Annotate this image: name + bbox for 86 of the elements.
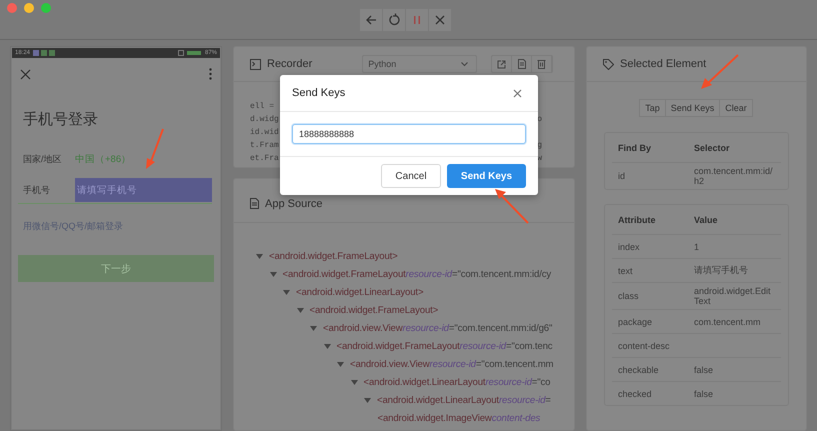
column-header: Attribute xyxy=(618,214,656,224)
expand-triangle-icon[interactable] xyxy=(296,308,304,312)
send-keys-button[interactable]: Send Keys xyxy=(447,164,526,188)
document-icon xyxy=(250,198,259,209)
more-icon[interactable] xyxy=(209,68,212,80)
column-header: Value xyxy=(694,214,719,224)
back-button[interactable] xyxy=(360,8,382,30)
table-cell-text: checkable xyxy=(618,364,660,374)
column-header: Selector xyxy=(694,142,731,152)
code-fragment: id.wid xyxy=(250,128,279,139)
code-fragment: t.Fram xyxy=(250,141,279,152)
expand-triangle-icon[interactable] xyxy=(270,272,276,276)
expand-triangle-icon[interactable] xyxy=(310,326,317,330)
tree-node[interactable]: <android.widget.ImageViewcontent-des xyxy=(378,412,540,424)
document-icon xyxy=(518,59,526,69)
back-arrow-icon xyxy=(365,14,377,26)
annotation-arrow xyxy=(494,188,530,224)
tree-node[interactable]: <android.widget.LinearLayoutresource-id="co xyxy=(364,376,550,388)
region-label: 国家/地区 xyxy=(23,152,63,166)
tree-node[interactable]: <android.widget.LinearLayoutresource-id= xyxy=(377,394,551,406)
tree-node[interactable]: <android.widget.FrameLayout> xyxy=(310,304,438,316)
trash-icon xyxy=(537,59,546,69)
table-cell-text: class xyxy=(618,291,640,301)
expand-triangle-icon[interactable] xyxy=(350,380,358,384)
action-button[interactable]: Tap xyxy=(639,99,666,117)
table-cell-text: com.tencent.mm:id/h2 xyxy=(694,165,774,188)
code-fragment: d.widg xyxy=(250,115,279,126)
phone-input-field[interactable]: 请填写手机号 xyxy=(75,178,212,202)
table-cell-text: false xyxy=(694,388,714,400)
tree-node[interactable]: <android.widget.LinearLayout> xyxy=(296,286,424,298)
minimize-window-button[interactable] xyxy=(24,3,34,13)
tag-icon xyxy=(603,58,614,70)
action-button[interactable]: Send Keys xyxy=(664,99,720,117)
close-icon[interactable] xyxy=(513,88,522,98)
table-cell-text: text xyxy=(618,266,634,276)
code-fragment: et.Fra xyxy=(250,154,279,165)
close-icon[interactable] xyxy=(20,68,31,80)
table-cell-text: 请填写手机号 xyxy=(694,264,749,277)
phone-label: 手机号 xyxy=(23,184,51,196)
table-cell-text: package xyxy=(618,316,654,326)
pause-icon xyxy=(413,14,421,24)
table-cell-text: false xyxy=(694,364,714,376)
action-button[interactable]: Clear xyxy=(719,99,753,117)
annotation-arrow xyxy=(145,128,165,170)
notification-icons xyxy=(33,50,58,56)
refresh-button[interactable] xyxy=(383,8,405,30)
cancel-button[interactable]: Cancel xyxy=(381,164,441,188)
tree-node[interactable]: <android.widget.FrameLayout> xyxy=(269,250,398,262)
zoom-window-button[interactable] xyxy=(41,3,51,13)
dialog-title: Send Keys xyxy=(292,87,346,99)
login-title: 手机号登录 xyxy=(22,110,99,129)
table-cell-text: com.tencent.mm xyxy=(694,316,762,328)
refresh-icon xyxy=(388,13,400,26)
table-cell-text: id xyxy=(618,171,626,181)
tree-node[interactable]: <android.widget.FrameLayoutresource-id="com.tencent.mm:id/cy xyxy=(282,268,552,280)
code-fragment: g xyxy=(537,141,542,152)
code-fragment: o xyxy=(537,115,542,126)
tree-node[interactable]: <android.widget.FrameLayoutresource-id="com.tenc xyxy=(336,340,552,352)
close-button[interactable] xyxy=(429,8,451,30)
tree-node[interactable]: <android.view.Viewresource-id="com.tencent.mm:id/g6" xyxy=(323,322,552,334)
pause-button[interactable] xyxy=(406,8,428,30)
code-fragment: ell = xyxy=(250,102,274,113)
table-cell-text: content-desc xyxy=(618,340,671,350)
keys-input-field[interactable]: 18888888888 xyxy=(292,124,526,144)
panel-title: Selected Element xyxy=(620,58,706,70)
table-cell-text: android.widget.EditText xyxy=(694,285,772,308)
expand-triangle-icon[interactable] xyxy=(364,398,371,402)
battery-icon xyxy=(178,50,202,56)
table-cell-text: index xyxy=(618,242,641,252)
table-cell-text: 1 xyxy=(694,240,700,254)
panel-title: Recorder xyxy=(267,58,312,70)
panel-title: App Source xyxy=(265,198,322,210)
table-cell-text: checked xyxy=(618,388,653,398)
language-select[interactable]: Python xyxy=(362,55,478,73)
close-icon xyxy=(435,14,445,24)
tree-node[interactable]: <android.view.Viewresource-id="com.tencent.mm xyxy=(350,358,554,370)
column-header: Find By xyxy=(618,142,652,152)
export-icon xyxy=(497,60,506,68)
terminal-icon xyxy=(250,58,261,70)
chevron-down-icon xyxy=(461,62,468,66)
expand-triangle-icon[interactable] xyxy=(256,254,263,258)
alternative-login-link[interactable]: 用微信号/QQ号/邮箱登录 xyxy=(12,204,220,233)
expand-triangle-icon[interactable] xyxy=(337,362,344,366)
expand-triangle-icon[interactable] xyxy=(283,290,290,294)
expand-triangle-icon[interactable] xyxy=(324,344,330,348)
next-button[interactable]: 下一步 xyxy=(18,255,214,282)
